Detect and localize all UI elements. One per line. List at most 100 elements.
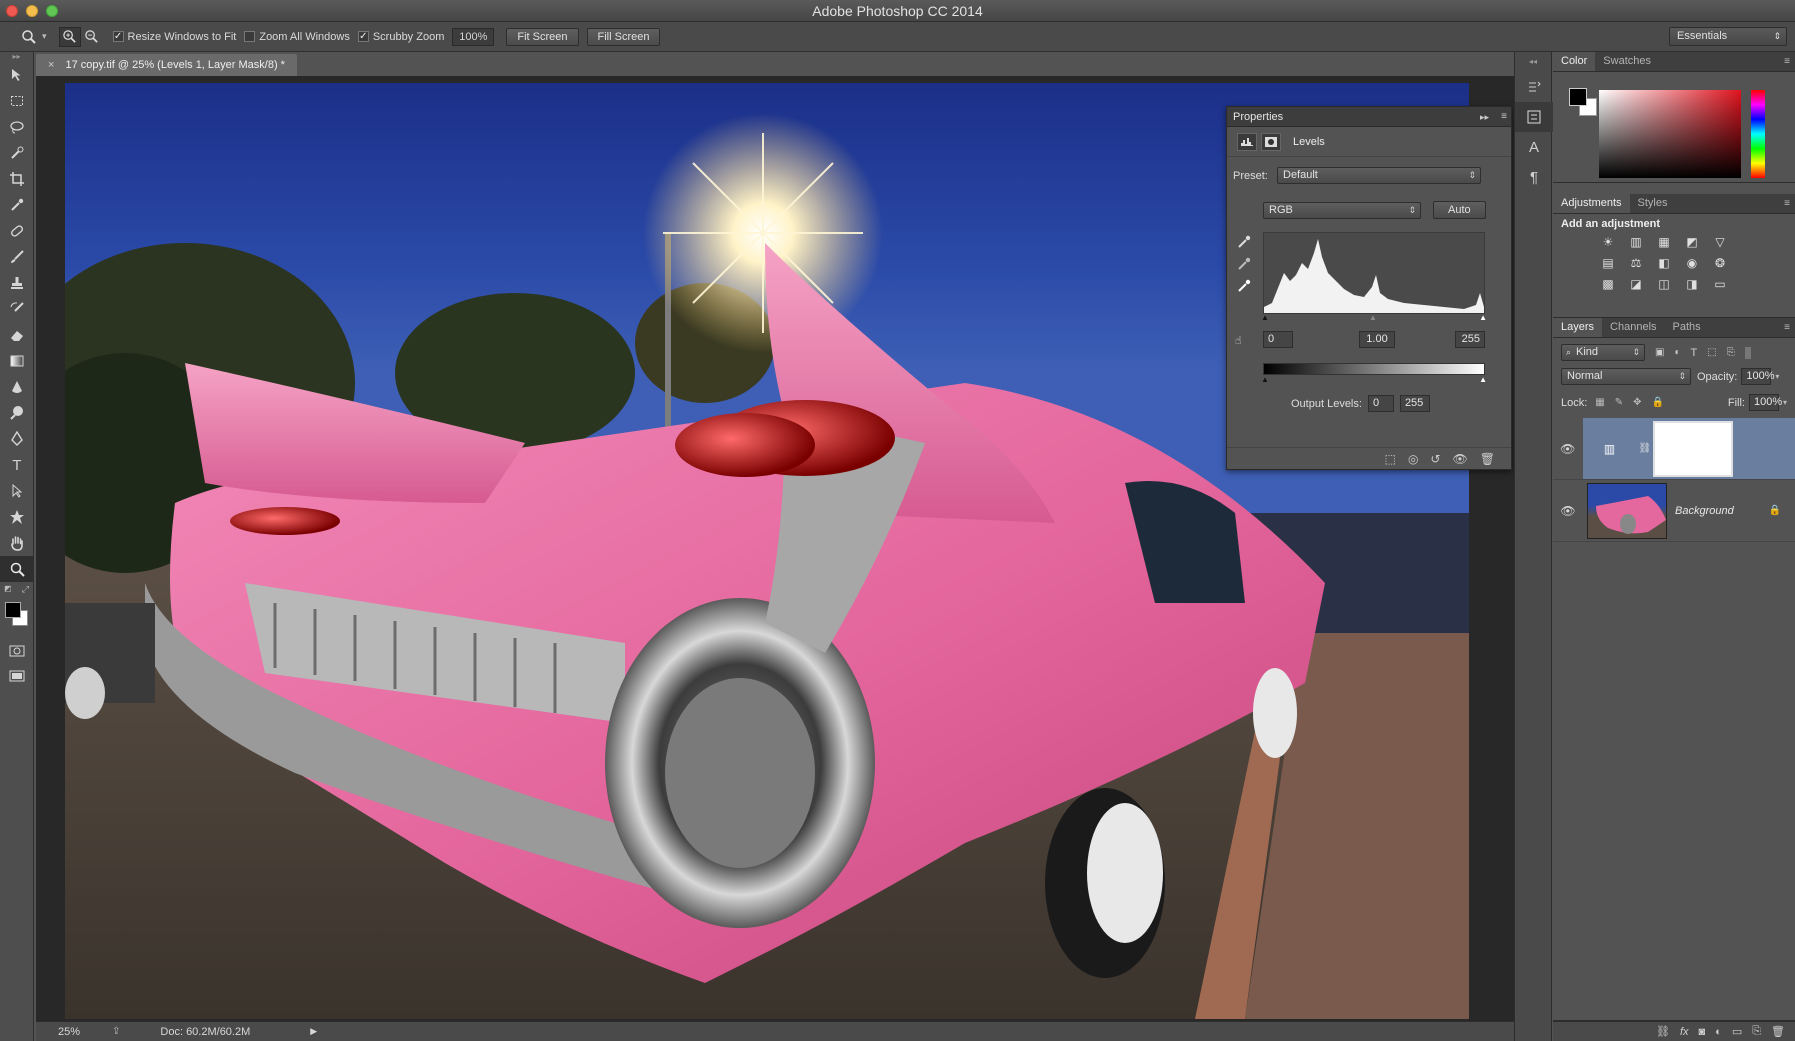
filter-shape-icon[interactable]: ⬚	[1707, 347, 1716, 358]
history-brush-tool-icon[interactable]	[0, 296, 34, 322]
custom-shape-tool-icon[interactable]	[0, 504, 34, 530]
zoom-level[interactable]: 25%	[58, 1026, 100, 1038]
zoom-tool-icon[interactable]	[0, 556, 34, 582]
add-mask-icon[interactable]: ◙	[1699, 1026, 1706, 1038]
panel-menu-icon[interactable]: ≡	[1784, 322, 1790, 333]
exposure-icon[interactable]: ◩	[1683, 234, 1701, 250]
curves-icon[interactable]: ▦	[1655, 234, 1673, 250]
fill-chevron-icon[interactable]: ▾	[1783, 398, 1787, 407]
collapse-panel-icon[interactable]: ▸▸	[1480, 107, 1489, 127]
fit-screen-button[interactable]: Fit Screen	[506, 27, 579, 46]
blend-mode-dropdown[interactable]: Normal	[1561, 368, 1691, 385]
quick-mask-icon[interactable]	[0, 638, 34, 664]
levels-icon[interactable]	[1237, 132, 1257, 151]
gray-point-eyedropper-icon[interactable]	[1237, 257, 1251, 279]
gradient-map-icon[interactable]: ▭	[1711, 276, 1729, 292]
path-selection-tool-icon[interactable]	[0, 478, 34, 504]
color-spectrum-field[interactable]	[1599, 90, 1741, 178]
chain-link-icon[interactable]: ⛓	[1639, 443, 1652, 454]
tab-color[interactable]: Color	[1553, 52, 1596, 71]
properties-header[interactable]: Properties ▸▸ ≡	[1227, 107, 1511, 127]
clone-stamp-tool-icon[interactable]	[0, 270, 34, 296]
zoom-in-icon[interactable]	[58, 26, 81, 47]
layer-visibility-eye-icon[interactable]: 👁	[1553, 504, 1583, 518]
lock-position-icon[interactable]: ✥	[1633, 397, 1641, 408]
invert-icon[interactable]: ◪	[1627, 276, 1645, 292]
channel-dropdown[interactable]: RGB	[1263, 201, 1421, 219]
crop-tool-icon[interactable]	[0, 166, 34, 192]
layer-mask-thumbnail[interactable]	[1653, 420, 1734, 477]
collapse-arrows-icon[interactable]: ◂◂	[1515, 52, 1551, 72]
brightness-contrast-icon[interactable]: ☀	[1599, 234, 1617, 250]
filter-toggle[interactable]	[1744, 346, 1751, 359]
white-point-eyedropper-icon[interactable]	[1237, 279, 1251, 301]
zoom-percent-field[interactable]: 100%	[452, 27, 495, 46]
output-white-field[interactable]: 255	[1399, 395, 1430, 412]
minimize-window-button[interactable]	[26, 5, 38, 17]
tab-layers[interactable]: Layers	[1553, 318, 1603, 337]
mask-icon[interactable]	[1261, 132, 1281, 151]
layer-visibility-eye-icon[interactable]: 👁	[1553, 442, 1583, 456]
maximize-window-button[interactable]	[46, 5, 58, 17]
layer-style-icon[interactable]: fx	[1680, 1026, 1689, 1038]
filter-pixel-icon[interactable]: ▣	[1655, 347, 1664, 358]
posterize-icon[interactable]: ◫	[1655, 276, 1673, 292]
quick-selection-tool-icon[interactable]	[0, 140, 34, 166]
filter-smart-object-icon[interactable]: ⎘	[1727, 347, 1735, 358]
filter-type-icon[interactable]: T	[1691, 347, 1698, 359]
tab-paths[interactable]: Paths	[1665, 318, 1709, 337]
foreground-color-chip[interactable]	[1569, 88, 1587, 106]
panel-menu-icon[interactable]: ≡	[1501, 107, 1507, 127]
lock-all-icon[interactable]: 🔒	[1652, 397, 1664, 408]
blur-tool-icon[interactable]	[0, 374, 34, 400]
on-image-adjust-icon[interactable]: ☝	[1235, 334, 1242, 347]
white-input-handle[interactable]: ▲	[1479, 313, 1487, 322]
view-previous-state-icon[interactable]: ◎	[1408, 452, 1418, 466]
panel-menu-icon[interactable]: ≡	[1784, 56, 1790, 67]
black-point-eyedropper-icon[interactable]	[1237, 235, 1251, 257]
scrubby-zoom-checkbox[interactable]: ✓ Scrubby Zoom	[357, 31, 444, 43]
character-panel-icon[interactable]: A	[1515, 132, 1553, 162]
panel-menu-icon[interactable]: ≡	[1784, 198, 1790, 209]
levels-adjust-icon[interactable]: ▥	[1627, 234, 1645, 250]
vibrance-icon[interactable]: ▽	[1711, 234, 1729, 250]
new-adjustment-layer-icon[interactable]: ◐	[1715, 1026, 1722, 1038]
screen-mode-icon[interactable]	[0, 664, 34, 690]
close-window-button[interactable]	[6, 5, 18, 17]
photo-filter-icon[interactable]: ◉	[1683, 255, 1701, 271]
foreground-color-swatch[interactable]	[5, 602, 21, 618]
close-document-icon[interactable]: ×	[48, 59, 54, 71]
resize-windows-checkbox[interactable]: ✓ Resize Windows to Fit	[112, 31, 236, 43]
layer-row-levels[interactable]: 👁 ▥ ⛓	[1553, 418, 1795, 480]
delete-layer-icon[interactable]: 🗑	[1771, 1025, 1785, 1038]
move-tool-icon[interactable]	[0, 62, 34, 88]
hand-tool-icon[interactable]	[0, 530, 34, 556]
layer-filter-dropdown[interactable]: ⌕ Kind	[1561, 344, 1645, 361]
new-layer-icon[interactable]: ⎘	[1752, 1025, 1761, 1038]
brush-tool-icon[interactable]	[0, 244, 34, 270]
document-tab[interactable]: × 17 copy.tif @ 25% (Levels 1, Layer Mas…	[36, 54, 297, 76]
collapse-arrows-icon[interactable]: ▸▸	[0, 52, 33, 62]
tab-channels[interactable]: Channels	[1602, 318, 1664, 337]
background-layer-thumbnail[interactable]	[1587, 482, 1667, 539]
output-black-field[interactable]: 0	[1367, 395, 1394, 412]
channel-mixer-icon[interactable]: ❂	[1711, 255, 1729, 271]
eraser-tool-icon[interactable]	[0, 322, 34, 348]
dodge-tool-icon[interactable]	[0, 400, 34, 426]
hue-slider[interactable]	[1751, 90, 1765, 178]
black-input-handle[interactable]: ▲	[1261, 313, 1269, 322]
paragraph-panel-icon[interactable]: ¶	[1515, 162, 1553, 192]
input-slider[interactable]: ▲ ▲ ▲	[1261, 313, 1487, 322]
fill-field[interactable]: 100%	[1748, 394, 1782, 411]
fill-screen-button[interactable]: Fill Screen	[586, 27, 661, 46]
clip-to-layer-icon[interactable]: ⬚	[1385, 452, 1396, 466]
zoom-all-windows-checkbox[interactable]: Zoom All Windows	[244, 31, 350, 43]
eyedropper-tool-icon[interactable]	[0, 192, 34, 218]
opacity-field[interactable]: 100%	[1741, 368, 1775, 385]
workspace-switcher[interactable]: Essentials ⇕	[1669, 27, 1787, 46]
black-output-handle[interactable]: ▲	[1261, 375, 1269, 384]
white-output-handle[interactable]: ▲	[1479, 375, 1487, 384]
layer-row-background[interactable]: 👁 Background 🔒	[1553, 480, 1795, 542]
input-white-field[interactable]: 255	[1455, 331, 1485, 348]
swap-colors-icon[interactable]: ⤢	[22, 584, 29, 595]
